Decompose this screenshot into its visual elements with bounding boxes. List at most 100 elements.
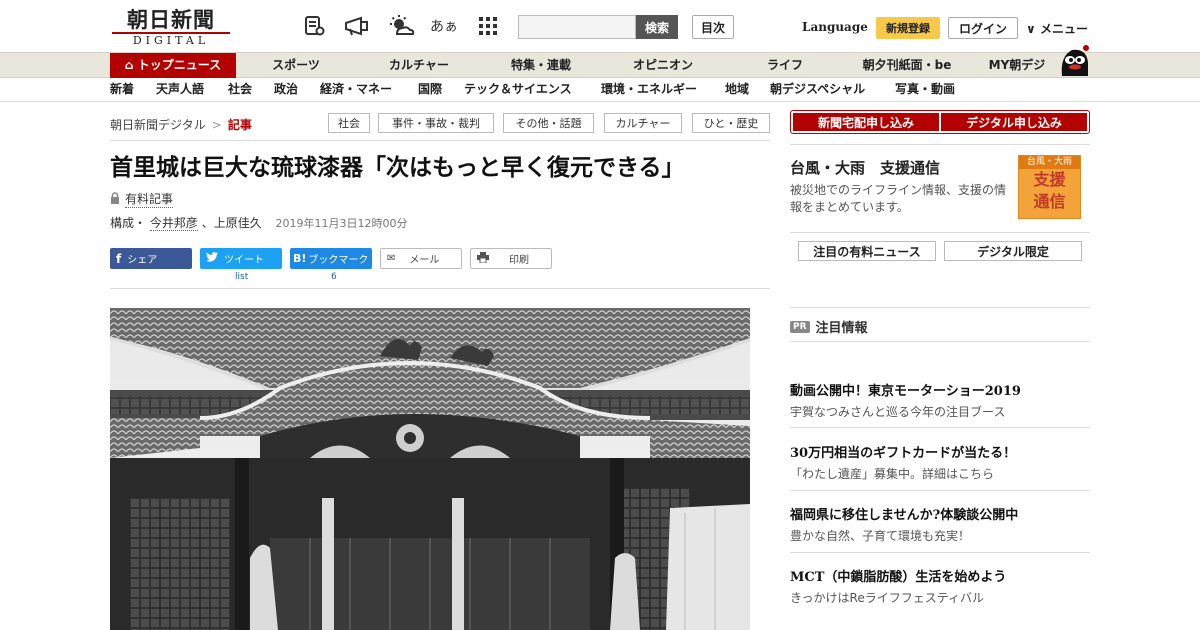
divider [790, 427, 1090, 428]
hatena-icon: B! [293, 252, 307, 265]
subscription-buttons: 新聞宅配申し込み デジタル申し込み [790, 110, 1090, 134]
mail-share-button[interactable]: ✉ メール [380, 248, 462, 269]
print-icon [477, 251, 489, 266]
typhoon-support-description: 被災地でのライフライン情報、支援の情報をまとめています。 [790, 183, 1007, 214]
divider [110, 288, 770, 289]
tag-incident[interactable]: 事件・事故・裁判 [378, 113, 494, 133]
breadcrumb-home[interactable]: 朝日新聞デジタル [110, 118, 206, 132]
publish-date: 2019年11月3日12時00分 [275, 217, 408, 230]
subnav-international[interactable]: 国際 [418, 78, 442, 101]
digital-subscription-button[interactable]: デジタル申し込み [941, 113, 1087, 131]
subnav-tensei-jingo[interactable]: 天声人語 [156, 78, 204, 101]
pr-item-title[interactable]: 30万円相当のギフトカードが当たる！ [790, 442, 1016, 461]
byline-separator: 、 [201, 216, 214, 230]
pr-item-desc: 「わたし遺産」募集中。詳細はこちら [790, 467, 995, 481]
divider [790, 307, 1090, 308]
register-button[interactable]: 新規登録 [876, 17, 940, 39]
tag-people-history[interactable]: ひと・歴史 [692, 113, 770, 133]
pr-item-desc: きっかけはReライフフェスティバル [790, 591, 984, 605]
byline: 構成・ 今井邦彦 、上原佳久 2019年11月3日12時00分 [110, 214, 408, 231]
search-button[interactable]: 検索 [636, 15, 678, 39]
login-button[interactable]: ログイン [948, 17, 1018, 39]
newspaper-icon[interactable] [302, 14, 326, 38]
mail-icon: ✉ [387, 253, 396, 264]
article-photo[interactable] [110, 308, 750, 630]
subnav-latest[interactable]: 新着 [110, 78, 134, 101]
divider [790, 490, 1090, 491]
pr-item-desc: 豊かな自然、子育て環境も充実！ [790, 529, 971, 543]
subnav-tech-science[interactable]: テック＆サイエンス [464, 78, 572, 101]
nav-life[interactable]: ライフ [745, 53, 825, 78]
subnav-economy[interactable]: 経済・マネー [320, 78, 392, 101]
pr-item-title[interactable]: MCT（中鎖脂肪酸）生活を始めよう [790, 566, 1006, 585]
banner-line2: 通信 [1033, 192, 1066, 211]
main-nav: ⌂ トップニュース スポーツ カルチャー 特集・連載 オピニオン ライフ 朝夕刊… [0, 52, 1200, 78]
site-header: 朝日新聞 DIGITAL あぁ 検索 目次 Language 新規登録 ログイン… [0, 0, 1200, 52]
facebook-share-button[interactable]: f シェア [110, 248, 192, 269]
nav-newspaper[interactable]: 朝夕刊紙面・be [852, 53, 962, 78]
font-size-icon[interactable]: あぁ [430, 14, 458, 38]
divider [110, 140, 770, 141]
tag-society[interactable]: 社会 [328, 113, 370, 133]
typhoon-support-title[interactable]: 台風・大雨 支援通信 [790, 157, 940, 178]
nav-top-news[interactable]: ⌂ トップニュース [110, 53, 236, 78]
megaphone-icon[interactable] [342, 14, 372, 38]
menu-button[interactable]: ∨ メニュー [1026, 20, 1088, 37]
facebook-share-label: シェア [127, 255, 158, 266]
nav-culture[interactable]: カルチャー [374, 53, 464, 78]
language-link[interactable]: Language [802, 20, 868, 34]
divider [790, 232, 1090, 233]
pr-heading-label: 注目情報 [815, 321, 868, 336]
subnav-region[interactable]: 地域 [725, 78, 749, 101]
subnav-special[interactable]: 朝デジスペシャル [770, 78, 865, 101]
breadcrumb-separator: > [211, 118, 222, 132]
banner-line1: 支援 [1033, 170, 1066, 189]
pr-item-desc: 宇賀なつみさんと巡る今年の注目ブース [790, 405, 1006, 419]
nav-my-asadigi[interactable]: MY朝デジ [980, 53, 1054, 78]
subnav-politics[interactable]: 政治 [274, 78, 298, 101]
tag-culture[interactable]: カルチャー [604, 113, 682, 133]
nav-opinion[interactable]: オピニオン [618, 53, 708, 78]
weather-icon[interactable] [386, 14, 416, 38]
pr-item-title[interactable]: 福岡県に移住しませんか?体験談公開中 [790, 504, 1018, 523]
banner-top-label: 台風・大雨 [1019, 156, 1080, 169]
chevron-down-icon: ∨ [1026, 22, 1036, 36]
divider [790, 144, 1090, 145]
twitter-share-button[interactable]: ツイート [200, 248, 282, 269]
grid-icon[interactable] [476, 14, 500, 38]
pr-heading: PR 注目情報 [790, 317, 868, 336]
author-link[interactable]: 今井邦彦 [149, 216, 198, 231]
sub-nav: 新着 天声人語 社会 政治 経済・マネー 国際 テック＆サイエンス 環境・エネル… [0, 78, 1200, 102]
site-logo[interactable]: 朝日新聞 DIGITAL [112, 8, 230, 47]
newspaper-delivery-button[interactable]: 新聞宅配申し込み [793, 113, 939, 131]
breadcrumb-current: 記事 [227, 118, 252, 132]
subnav-environment[interactable]: 環境・エネルギー [601, 78, 697, 101]
nav-features[interactable]: 特集・連載 [496, 53, 586, 78]
byline-prefix: 構成・ [110, 216, 147, 230]
twitter-icon [206, 252, 218, 265]
home-icon: ⌂ [124, 58, 134, 72]
print-button[interactable]: 印刷 [470, 248, 552, 269]
mascot-icon[interactable] [1056, 42, 1092, 78]
typhoon-support-banner[interactable]: 台風・大雨 支援 通信 [1018, 155, 1081, 219]
print-label: 印刷 [509, 255, 529, 266]
paid-news-button[interactable]: 注目の有料ニュース [798, 241, 936, 261]
twitter-count[interactable]: list [235, 272, 248, 282]
hatena-count[interactable]: 6 [331, 272, 337, 282]
divider [790, 341, 1090, 342]
search-input[interactable] [518, 15, 636, 39]
index-button[interactable]: 目次 [692, 15, 734, 39]
subnav-photo-video[interactable]: 写真・動画 [895, 78, 955, 101]
logo-sub-text: DIGITAL [112, 32, 230, 47]
hatena-bookmark-label: ブックマーク [308, 255, 369, 266]
nav-top-news-label: トップニュース [137, 58, 222, 72]
pr-item-title[interactable]: 動画公開中！東京モーターショー2019 [790, 380, 1021, 399]
hatena-bookmark-button[interactable]: B! ブックマーク [290, 248, 372, 269]
nav-sports[interactable]: スポーツ [256, 53, 336, 78]
digital-only-button[interactable]: デジタル限定 [944, 241, 1082, 261]
divider [790, 552, 1090, 553]
paid-article-label[interactable]: 有料記事 [125, 190, 174, 208]
tag-other-topics[interactable]: その他・話題 [503, 113, 594, 133]
author-name: 上原佳久 [213, 216, 262, 230]
subnav-society[interactable]: 社会 [228, 78, 252, 101]
